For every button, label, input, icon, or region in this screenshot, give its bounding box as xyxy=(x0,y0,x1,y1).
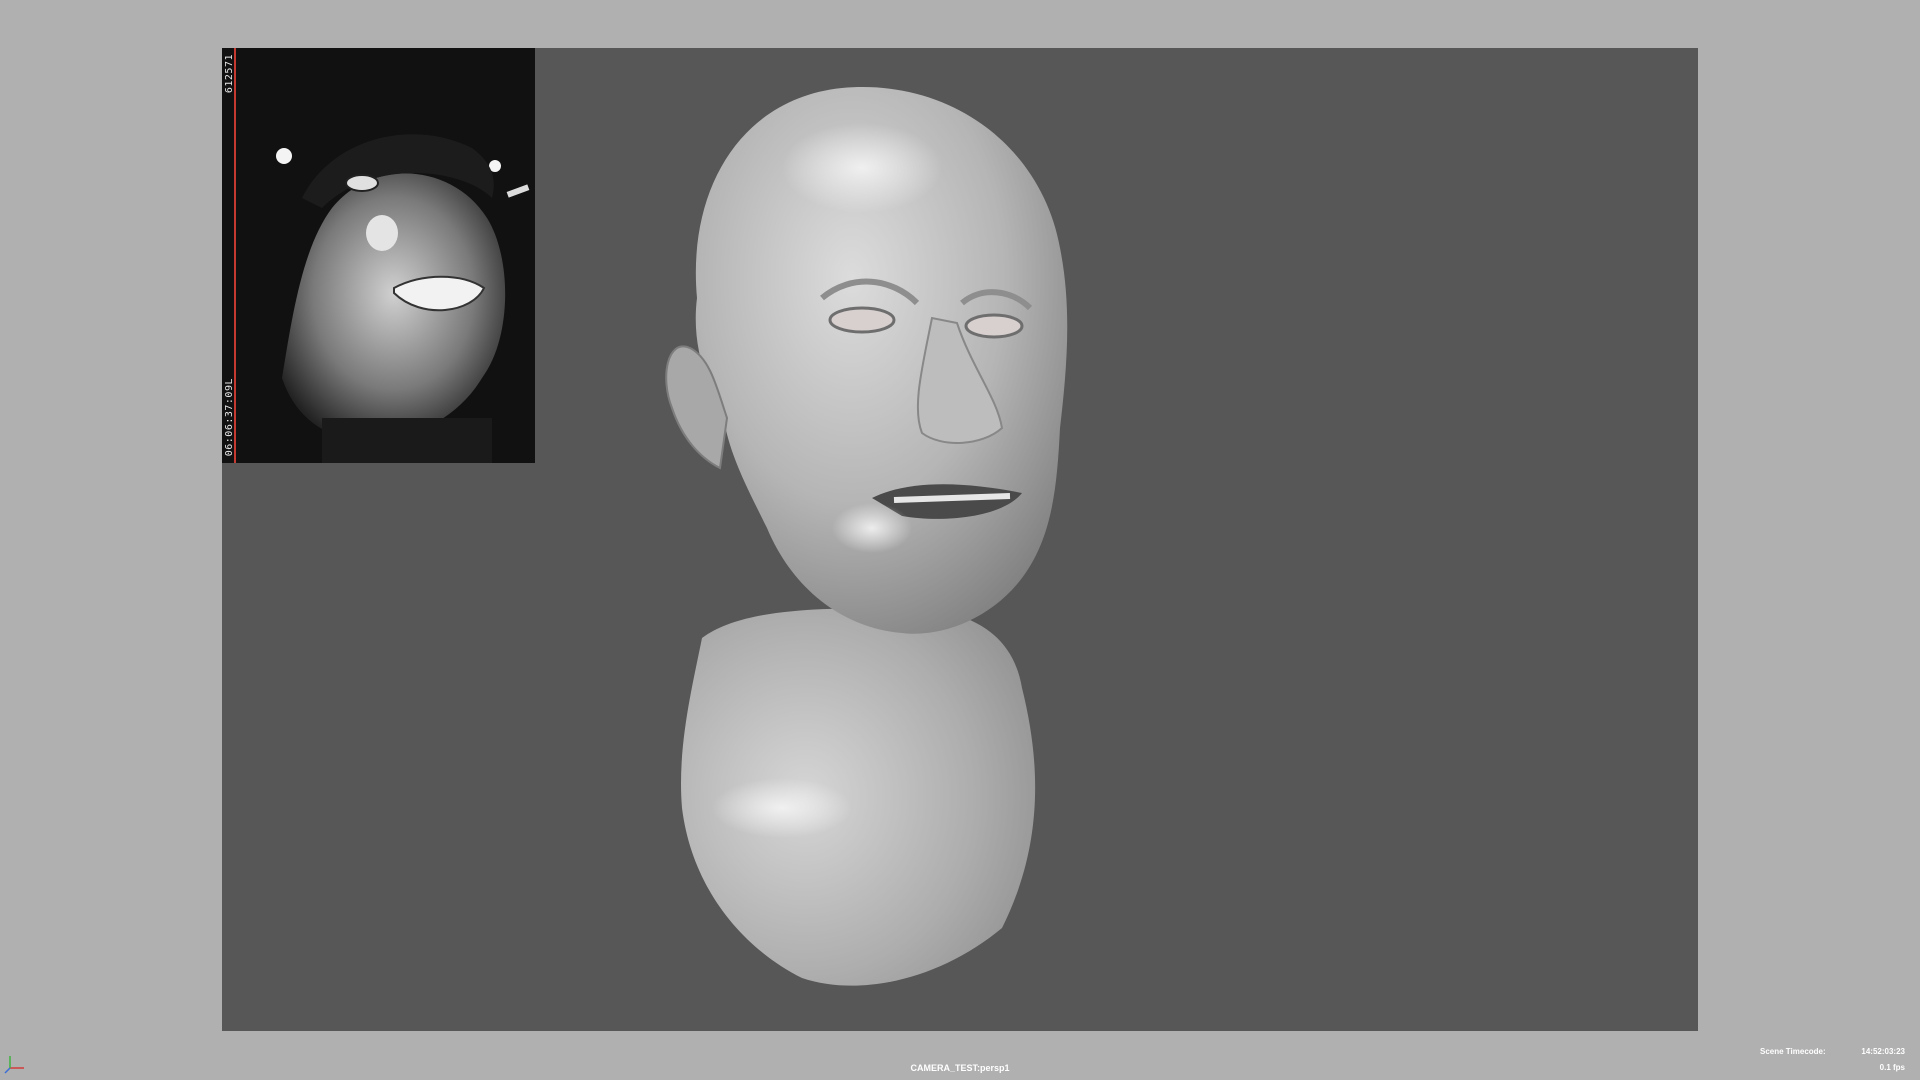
camera-name-label: CAMERA_TEST:persp1 xyxy=(910,1063,1010,1073)
reference-camera-inset: 612571 06:06:37:09L xyxy=(222,48,535,463)
hud-scene-timecode-label: Scene Timecode: xyxy=(1760,1047,1826,1056)
hud-scene-timecode-value: 14:52:03:23 xyxy=(1861,1047,1905,1056)
hud-fps-row: 0.1 fps xyxy=(1760,1063,1905,1079)
hud-fps: 0.1 fps xyxy=(1879,1063,1905,1072)
maya-viewport-window: 612571 06:06:37:09L CAMERA_TEST:persp1 S… xyxy=(0,0,1920,1080)
hud-scene-timecode-row: Scene Timecode: 14:52:03:23 xyxy=(1760,1047,1905,1063)
hud-display: Scene Timecode: 14:52:03:23 0.1 fps xyxy=(1760,1047,1905,1079)
reference-frame-number: 612571 xyxy=(224,54,235,94)
reference-face-image xyxy=(222,48,535,463)
reference-timecode: 06:06:37:09L xyxy=(224,378,235,457)
